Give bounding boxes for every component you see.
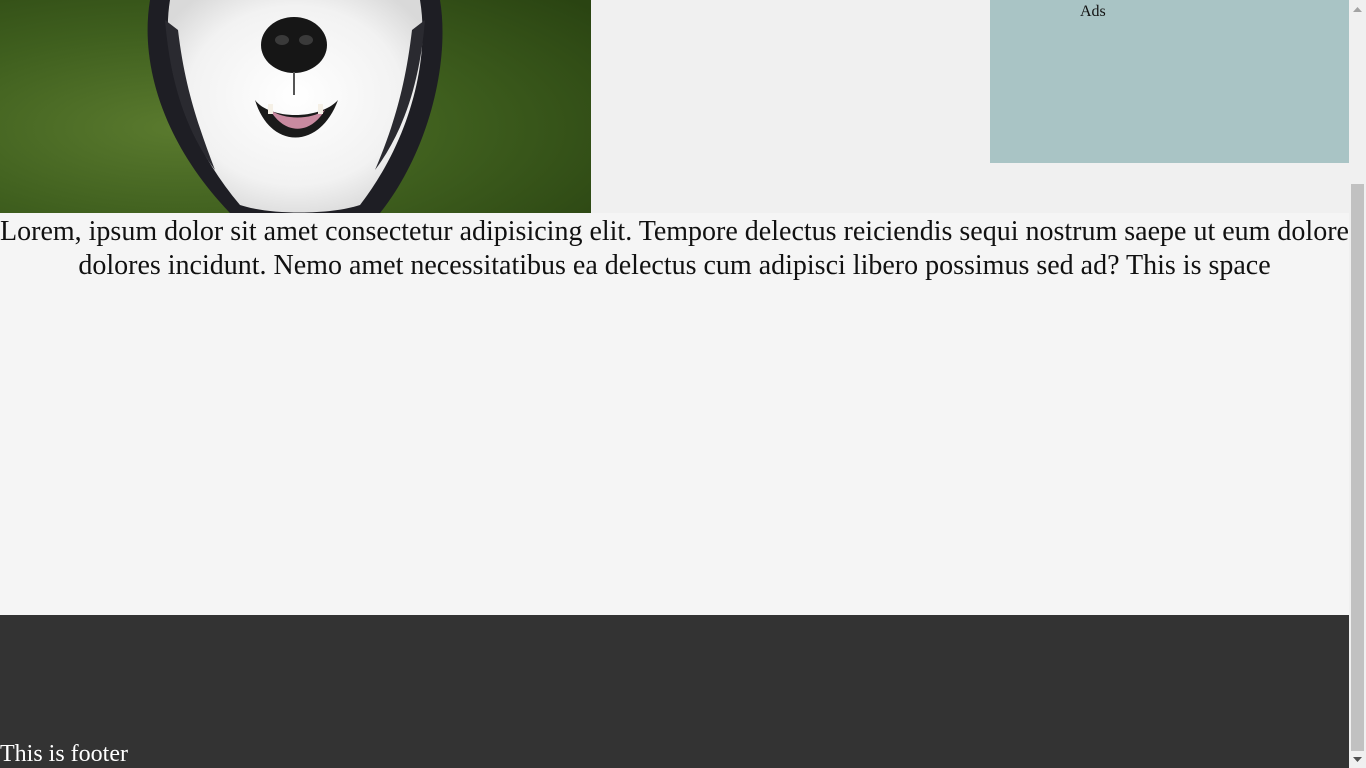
scroll-up-arrow-icon[interactable] [1349, 0, 1366, 17]
page: Ads Lorem, ipsum dolor sit amet consecte… [0, 0, 1366, 768]
main-content: Lorem, ipsum dolor sit amet consectetur … [0, 213, 1349, 615]
scroll-thumb[interactable] [1351, 184, 1364, 751]
footer: This is footer [0, 615, 1349, 768]
main-paragraph: Lorem, ipsum dolor sit amet consectetur … [0, 216, 1349, 281]
header-row: Ads [0, 0, 1349, 213]
ads-panel: Ads [990, 0, 1349, 163]
husky-dog-photo-icon [0, 0, 591, 213]
footer-text: This is footer [0, 741, 128, 767]
husky-dog-image [0, 0, 591, 213]
ads-label: Ads [1080, 3, 1106, 20]
scroll-down-arrow-icon[interactable] [1349, 751, 1366, 768]
vertical-scrollbar[interactable] [1349, 0, 1366, 768]
